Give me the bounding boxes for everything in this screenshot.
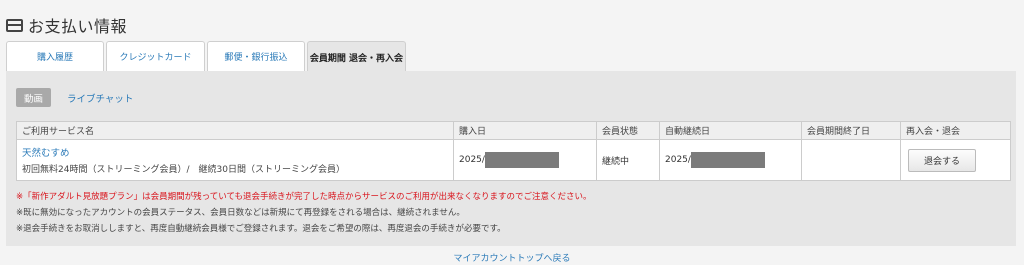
cell-purchase-date: 2025/ <box>453 139 597 181</box>
subtab-bar: 動画 ライブチャット <box>16 88 141 107</box>
info-note: ※既に無効になったアカウントの会員ステータス、会員日数などは新規にて再登録をされ… <box>16 208 465 218</box>
tab-purchase-history[interactable]: 購入履歴 <box>6 41 104 71</box>
tab-membership-period[interactable]: 会員期間 退会・再入会 <box>307 41 406 72</box>
tab-credit-card[interactable]: クレジットカード <box>106 41 205 71</box>
header-action: 再入会・退会 <box>900 121 1011 140</box>
table-row: 天然むすめ 初回無料24時間（ストリーミング会員）/ 継続30日間（ストリーミン… <box>16 139 1011 181</box>
header-end-date: 会員期間終了日 <box>801 121 901 140</box>
header-service-name: ご利用サービス名 <box>16 121 454 140</box>
redacted-block <box>484 152 559 168</box>
cancel-membership-button[interactable]: 退会する <box>908 148 976 172</box>
purchase-date-text: 2025/ <box>459 155 485 165</box>
tab-postal-bank-transfer[interactable]: 郵便・銀行振込 <box>207 41 305 71</box>
subtab-live-chat[interactable]: ライブチャット <box>59 88 141 107</box>
redacted-block <box>690 152 765 168</box>
tab-bar: 購入履歴 クレジットカード 郵便・銀行振込 会員期間 退会・再入会 <box>6 41 406 72</box>
credit-card-icon <box>6 18 23 32</box>
back-to-account-top-link[interactable]: マイアカウントトップへ戻る <box>0 251 1024 264</box>
notes: ※「新作アダルト見放題プラン」は会員期間が残っていても退会手続きが完了した時点か… <box>16 189 592 237</box>
warning-note: ※「新作アダルト見放題プラン」は会員期間が残っていても退会手続きが完了した時点か… <box>16 192 592 202</box>
table-header-row: ご利用サービス名 購入日 会員状態 自動継続日 会員期間終了日 再入会・退会 <box>16 121 1011 140</box>
header-purchase-date: 購入日 <box>453 121 597 140</box>
membership-panel: 動画 ライブチャット ご利用サービス名 購入日 会員状態 自動継続日 会員期間終… <box>6 71 1016 246</box>
page-header: お支払い情報 <box>6 13 127 37</box>
cell-auto-renew-date: 2025/ <box>659 139 802 181</box>
header-auto-renew-date: 自動継続日 <box>659 121 802 140</box>
page-title: お支払い情報 <box>28 17 128 36</box>
membership-table: ご利用サービス名 購入日 会員状態 自動継続日 会員期間終了日 再入会・退会 天… <box>16 121 1011 181</box>
auto-renew-date-text: 2025/ <box>665 155 691 165</box>
cell-service: 天然むすめ 初回無料24時間（ストリーミング会員）/ 継続30日間（ストリーミン… <box>16 139 454 181</box>
service-description: 初回無料24時間（ストリーミング会員）/ 継続30日間（ストリーミング会員） <box>22 165 345 175</box>
cell-status: 継続中 <box>596 139 660 181</box>
service-name-link[interactable]: 天然むすめ <box>22 145 448 159</box>
subtab-video[interactable]: 動画 <box>16 88 52 107</box>
cell-end-date <box>801 139 901 181</box>
info-note: ※退会手続きをお取消ししますと、再度自動継続会員様でご登録されます。退会をご希望… <box>16 224 506 234</box>
cell-action: 退会する <box>900 139 1011 181</box>
header-status: 会員状態 <box>596 121 660 140</box>
